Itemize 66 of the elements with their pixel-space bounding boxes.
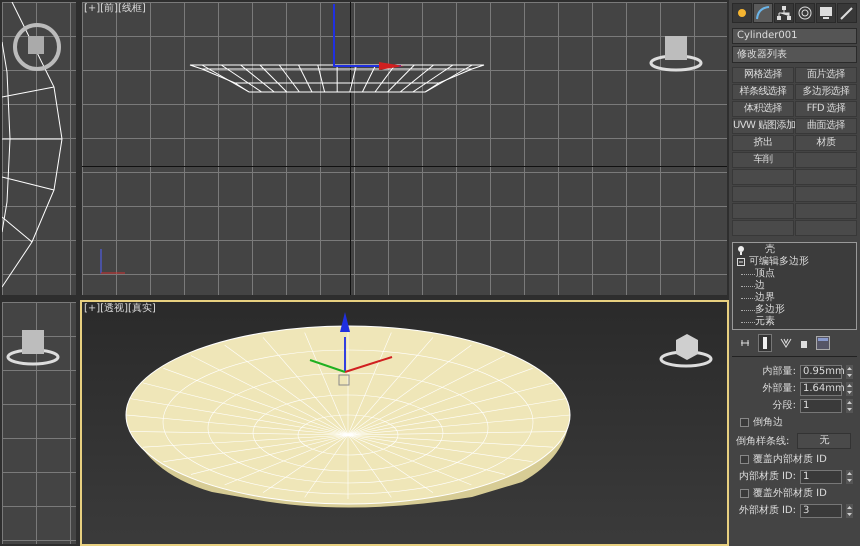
modifier-button[interactable]: UVW 贴图添加	[732, 118, 794, 134]
modify-icon	[754, 4, 772, 22]
spinner-arrows-icon[interactable]	[846, 504, 853, 518]
command-tab[interactable]	[753, 3, 773, 23]
spinner-arrows-icon[interactable]	[846, 364, 853, 378]
sub-object-item[interactable]: 多边形	[755, 305, 785, 315]
hierarchy-icon	[775, 4, 793, 22]
checkbox-label: 覆盖内部材质 ID	[753, 452, 827, 467]
remove-modifier-icon[interactable]	[800, 338, 808, 348]
viewport[interactable]: [+][透视][真实]	[80, 300, 729, 546]
sub-object-item[interactable]: 元素	[755, 317, 775, 327]
command-tab[interactable]	[732, 3, 752, 23]
light-bulb-icon[interactable]	[737, 246, 745, 254]
show-end-result-icon[interactable]	[758, 334, 772, 352]
pin-stack-icon[interactable]	[740, 338, 750, 348]
checkbox[interactable]	[740, 418, 749, 427]
left-viewport[interactable]	[0, 300, 78, 546]
modifier-list-dropdown[interactable]: 修改器列表	[732, 46, 857, 63]
checkbox[interactable]	[740, 455, 749, 464]
parameter-label: 倒角样条线:	[736, 434, 790, 448]
spinner-field[interactable]: 0.95mm	[800, 364, 842, 378]
collapse-toggle-icon[interactable]	[737, 258, 745, 266]
modifier-button[interactable]: 多边形选择	[795, 84, 857, 100]
modifier-button[interactable]: 网格选择	[732, 67, 794, 83]
modifier-button[interactable]: 材质	[795, 135, 857, 151]
parameter-label: 内部量:	[762, 364, 796, 379]
stack-item[interactable]: 壳	[765, 245, 775, 255]
checkbox-label: 覆盖外部材质 ID	[753, 486, 827, 501]
viewport[interactable]: [+][前][线框]	[80, 0, 729, 297]
parameter-label: 外部量:	[762, 382, 796, 396]
parameter-label: 分段:	[772, 399, 796, 413]
configure-sets-icon[interactable]	[816, 336, 830, 350]
spinner-field[interactable]: 3	[800, 504, 842, 518]
spinner-field[interactable]: 1	[800, 470, 842, 484]
make-unique-icon[interactable]	[780, 337, 792, 349]
checkbox[interactable]	[740, 489, 749, 498]
object-name-field[interactable]: Cylinder001	[732, 28, 857, 44]
modifier-button[interactable]: 面片选择	[795, 67, 857, 83]
viewport-label[interactable]: [+][透视][真实]	[84, 304, 156, 314]
view-compass-icon	[10, 20, 64, 74]
checkbox-label: 倒角边	[753, 416, 783, 430]
command-tab[interactable]	[795, 3, 815, 23]
stack-item[interactable]: 可编辑多边形	[749, 257, 809, 267]
sub-object-item[interactable]: 边界	[755, 293, 775, 303]
command-tab[interactable]	[774, 3, 794, 23]
spinner-field[interactable]: 1.64mm	[800, 382, 842, 396]
parameter-label: 外部材质 ID:	[738, 504, 796, 518]
display-icon	[817, 4, 835, 22]
modifier-button[interactable]: 样条线选择	[732, 84, 794, 100]
command-tab[interactable]	[837, 3, 857, 23]
spinner-arrows-icon[interactable]	[846, 382, 853, 396]
modifier-button[interactable]: 体积选择	[732, 101, 794, 117]
pick-button[interactable]: 无	[797, 433, 852, 449]
spinner-field[interactable]: 1	[800, 398, 842, 412]
modifier-button[interactable]: 曲面选择	[795, 118, 857, 134]
motion-icon	[796, 4, 814, 22]
sub-object-item[interactable]: 顶点	[755, 269, 775, 279]
spinner-arrows-icon[interactable]	[846, 470, 853, 484]
sub-object-item[interactable]: 边	[755, 281, 765, 291]
parameter-label: 内部材质 ID:	[738, 470, 796, 484]
modifier-button[interactable]: 挤出	[732, 135, 794, 151]
viewport-label[interactable]: [+][前][线框]	[84, 4, 146, 14]
modifier-button[interactable]: FFD 选择	[795, 101, 857, 117]
modifier-button[interactable]: 车削	[732, 152, 794, 168]
spinner-arrows-icon[interactable]	[846, 398, 853, 412]
command-tab[interactable]	[816, 3, 836, 23]
